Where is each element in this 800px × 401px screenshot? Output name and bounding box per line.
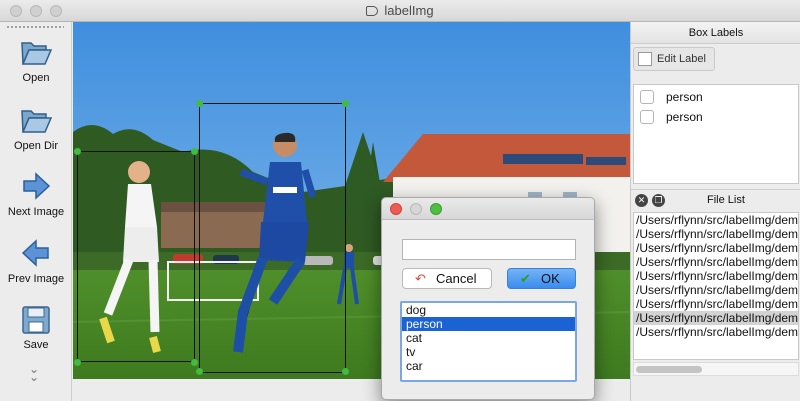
file-row[interactable]: /Users/rflynn/src/labelImg/demo/	[634, 269, 798, 283]
save-button[interactable]: Save	[0, 305, 72, 351]
file-row[interactable]: /Users/rflynn/src/labelImg/demo/	[634, 241, 798, 255]
file-row[interactable]: /Users/rflynn/src/labelImg/demo/	[634, 297, 798, 311]
list-item[interactable]: person	[634, 107, 800, 127]
prev-image-button[interactable]: Prev Image	[0, 237, 72, 285]
dialog-titlebar	[382, 198, 594, 220]
bbox-corner-handle[interactable]	[74, 359, 81, 366]
list-item[interactable]: car	[402, 359, 575, 373]
ok-label: OK	[541, 271, 560, 286]
edit-label-text: Edit Label	[657, 53, 706, 65]
label-dialog: ↶ Cancel ✔ OK dog person cat tv car	[381, 197, 595, 400]
edit-label-button[interactable]: Edit Label	[633, 47, 715, 71]
toolbar-grip[interactable]	[6, 25, 64, 29]
bbox-corner-handle[interactable]	[342, 100, 349, 107]
next-image-label: Next Image	[7, 206, 65, 218]
file-list: /Users/rflynn/src/labelImg/demo/ /Users/…	[633, 212, 799, 360]
bbox-corner-handle[interactable]	[342, 368, 349, 375]
file-list-header: ✕ ❐ File List	[631, 189, 800, 211]
save-label: Save	[23, 339, 49, 351]
bbox-corner-handle[interactable]	[196, 100, 203, 107]
window-titlebar: labelImg	[0, 0, 800, 22]
tag-icon	[366, 6, 379, 16]
label-text: person	[666, 90, 703, 104]
label-input[interactable]	[402, 239, 576, 260]
arrow-left-icon	[21, 239, 49, 267]
prev-image-label: Prev Image	[7, 273, 65, 285]
chevron-double-down-icon[interactable]: ⌄ ⌄	[29, 363, 39, 383]
cancel-button[interactable]: ↶ Cancel	[402, 268, 492, 289]
cancel-label: Cancel	[436, 271, 477, 286]
bbox-corner-handle[interactable]	[74, 148, 81, 155]
bbox-person-2[interactable]	[199, 103, 346, 373]
open-dir-button[interactable]: Open Dir	[0, 104, 72, 152]
float-icon[interactable]: ❐	[652, 194, 665, 207]
checkmark-icon: ✔	[520, 271, 531, 286]
dialog-zoom-button[interactable]	[430, 203, 442, 215]
label-text: person	[666, 110, 703, 124]
undo-arrow-icon: ↶	[415, 271, 426, 286]
label-options-list: dog person cat tv car	[400, 301, 577, 382]
bbox-person-1[interactable]	[77, 151, 195, 362]
dialog-close-button[interactable]	[390, 203, 402, 215]
open-label: Open	[22, 72, 50, 84]
label-checkbox[interactable]	[640, 90, 654, 104]
file-row[interactable]: /Users/rflynn/src/labelImg/demo/	[634, 283, 798, 297]
folder-open-icon	[21, 42, 53, 65]
close-icon[interactable]: ✕	[635, 194, 648, 207]
ok-button[interactable]: ✔ OK	[507, 268, 576, 289]
file-list-scrollbar[interactable]	[633, 362, 799, 376]
window-title-wrap: labelImg	[0, 3, 800, 18]
folder-open-icon	[21, 110, 53, 133]
label-checkbox[interactable]	[640, 110, 654, 124]
list-item-selected[interactable]: person	[402, 317, 575, 331]
file-row[interactable]: /Users/rflynn/src/labelImg/demo/	[634, 227, 798, 241]
list-item[interactable]: cat	[402, 331, 575, 345]
arrow-right-icon	[23, 172, 51, 200]
window-title: labelImg	[384, 3, 434, 18]
file-row-selected[interactable]: /Users/rflynn/src/labelImg/demo/	[634, 311, 798, 325]
right-dock: Box Labels Edit Label person person ✕ ❐ …	[630, 22, 800, 401]
list-item[interactable]: dog	[402, 303, 575, 317]
open-dir-label: Open Dir	[13, 140, 59, 152]
bbox-corner-handle[interactable]	[191, 148, 198, 155]
file-row[interactable]: /Users/rflynn/src/labelImg/demo/	[634, 255, 798, 269]
file-list-title: File List	[707, 194, 745, 206]
dialog-minimize-button[interactable]	[410, 203, 422, 215]
box-labels-title: Box Labels	[631, 22, 800, 44]
open-button[interactable]: Open	[0, 36, 72, 84]
toolbar: Open Open Dir Next Image Prev Image Save…	[0, 22, 72, 401]
bbox-corner-handle[interactable]	[196, 368, 203, 375]
next-image-button[interactable]: Next Image	[0, 170, 72, 218]
list-item[interactable]: person	[634, 87, 800, 107]
list-item[interactable]: tv	[402, 345, 575, 359]
file-row[interactable]: /Users/rflynn/src/labelImg/demo/	[634, 325, 798, 339]
pencil-icon	[638, 52, 652, 66]
scrollbar-thumb[interactable]	[636, 366, 702, 373]
file-row[interactable]: /Users/rflynn/src/labelImg/demo/	[634, 213, 798, 227]
floppy-disk-icon	[22, 306, 50, 334]
box-labels-list: person person	[633, 84, 799, 184]
bbox-corner-handle[interactable]	[191, 359, 198, 366]
